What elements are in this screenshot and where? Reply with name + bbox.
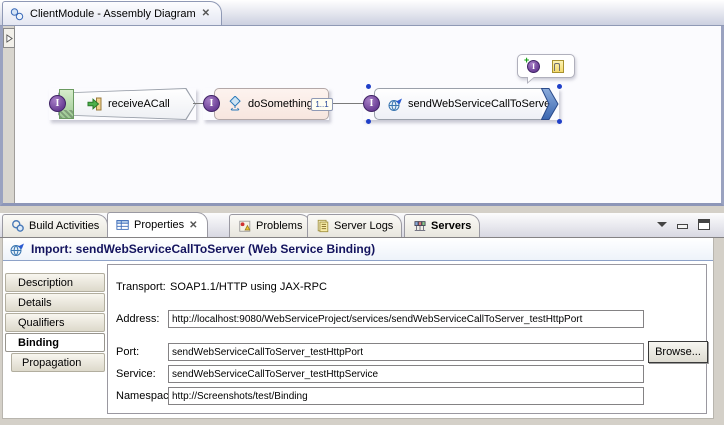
- hover-action-bubble: I +: [517, 54, 575, 84]
- side-tab-binding[interactable]: Binding: [5, 333, 105, 352]
- export-icon: [87, 96, 103, 112]
- plus-icon: +: [524, 55, 530, 65]
- side-tab-propagation[interactable]: Propagation: [11, 353, 105, 372]
- component-icon: [227, 95, 243, 112]
- tab-label: Servers: [431, 220, 472, 232]
- web-service-icon: [387, 96, 403, 112]
- editor-tab-bar: ClientModule - Assembly Diagram ✕: [0, 0, 724, 26]
- flyout-arrow-icon: [5, 33, 13, 43]
- add-annotation-button[interactable]: [549, 57, 567, 75]
- editor-tab-assembly-diagram[interactable]: ClientModule - Assembly Diagram ✕: [2, 1, 223, 25]
- palette-strip: [3, 26, 15, 203]
- properties-side-tabs: Description Details Qualifiers Binding P…: [3, 262, 107, 418]
- assembly-diagram-icon: [9, 6, 25, 22]
- view-toolbar: [657, 219, 710, 230]
- side-tab-description[interactable]: Description: [5, 273, 105, 292]
- tab-problems[interactable]: Problems: [229, 214, 312, 237]
- view-tab-bar: Build Activities Properties ✕ Problems S…: [0, 212, 724, 238]
- import-sendWebServiceCallToServer[interactable]: sendWebServiceCallToServer I: [363, 84, 562, 124]
- port-label: Port:: [116, 346, 140, 358]
- properties-view: Import: sendWebServiceCallToServer (Web …: [2, 238, 714, 419]
- editor-tab-label: ClientModule - Assembly Diagram: [30, 7, 196, 20]
- web-service-icon: [9, 241, 25, 257]
- component-label: sendWebServiceCallToServer: [408, 98, 554, 110]
- import-body: sendWebServiceCallToServer: [374, 88, 554, 120]
- view-menu-icon[interactable]: [657, 222, 667, 227]
- maximize-icon[interactable]: [698, 219, 710, 230]
- service-input[interactable]: [168, 365, 644, 383]
- multiplicity-badge: 1..1: [311, 98, 333, 111]
- export-body: receiveACall: [59, 89, 195, 119]
- browse-button[interactable]: Browse...: [648, 341, 708, 363]
- tab-label: Problems: [256, 220, 303, 232]
- properties-title: Import: sendWebServiceCallToServer (Web …: [31, 242, 376, 256]
- minimize-icon[interactable]: [677, 223, 688, 229]
- service-label: Service:: [116, 368, 156, 380]
- component-label: doSomething: [248, 98, 313, 110]
- servers-icon: [413, 219, 427, 233]
- properties-header: Import: sendWebServiceCallToServer (Web …: [3, 238, 713, 261]
- tab-properties[interactable]: Properties ✕: [107, 212, 208, 237]
- side-tab-details[interactable]: Details: [5, 293, 105, 312]
- editor-tab-close-icon[interactable]: ✕: [201, 8, 211, 19]
- problems-icon: [238, 219, 252, 233]
- component-label: receiveACall: [108, 98, 170, 110]
- tab-server-logs[interactable]: Server Logs: [307, 214, 403, 237]
- side-tab-qualifiers[interactable]: Qualifiers: [5, 313, 105, 332]
- properties-icon: [116, 218, 130, 232]
- component-doSomething[interactable]: doSomething 1..1 I: [203, 88, 333, 120]
- workbench-window: { "colors": { "selection_blue": "#1f3fc8…: [0, 0, 724, 425]
- transport-label: Transport:: [116, 281, 166, 293]
- transport-value: SOAP1.1/HTTP using JAX-RPC: [170, 281, 327, 293]
- tab-build-activities[interactable]: Build Activities: [2, 214, 109, 237]
- build-activities-icon: [11, 219, 25, 233]
- selection-handle: [557, 119, 562, 124]
- tab-servers[interactable]: Servers: [404, 214, 481, 237]
- selection-handle: [557, 84, 562, 89]
- address-input[interactable]: [168, 310, 644, 328]
- interface-icon[interactable]: I: [49, 95, 66, 112]
- export-receiveACall[interactable]: receiveACall I: [49, 88, 196, 120]
- tab-label: Properties: [134, 219, 185, 231]
- address-label: Address:: [116, 313, 160, 325]
- server-logs-icon: [316, 219, 330, 233]
- assembly-diagram-canvas[interactable]: receiveACall I doSomething 1..1 I sendWe…: [0, 26, 724, 206]
- annotation-note-icon: [552, 60, 564, 73]
- import-chevron: [540, 88, 559, 120]
- namespace-input[interactable]: [168, 387, 644, 405]
- tab-label: Build Activities: [29, 220, 100, 232]
- selection-handle: [366, 119, 371, 124]
- port-input[interactable]: [168, 343, 644, 361]
- binding-form: Transport: SOAP1.1/HTTP using JAX-RPC Ad…: [107, 264, 708, 414]
- tab-label: Server Logs: [334, 220, 394, 232]
- tab-close-icon[interactable]: ✕: [188, 220, 198, 231]
- selection-handle: [366, 84, 371, 89]
- palette-flyout-button[interactable]: [3, 28, 15, 48]
- add-interface-button[interactable]: I +: [524, 55, 543, 75]
- interface-icon[interactable]: I: [363, 95, 380, 112]
- interface-icon[interactable]: I: [203, 95, 220, 112]
